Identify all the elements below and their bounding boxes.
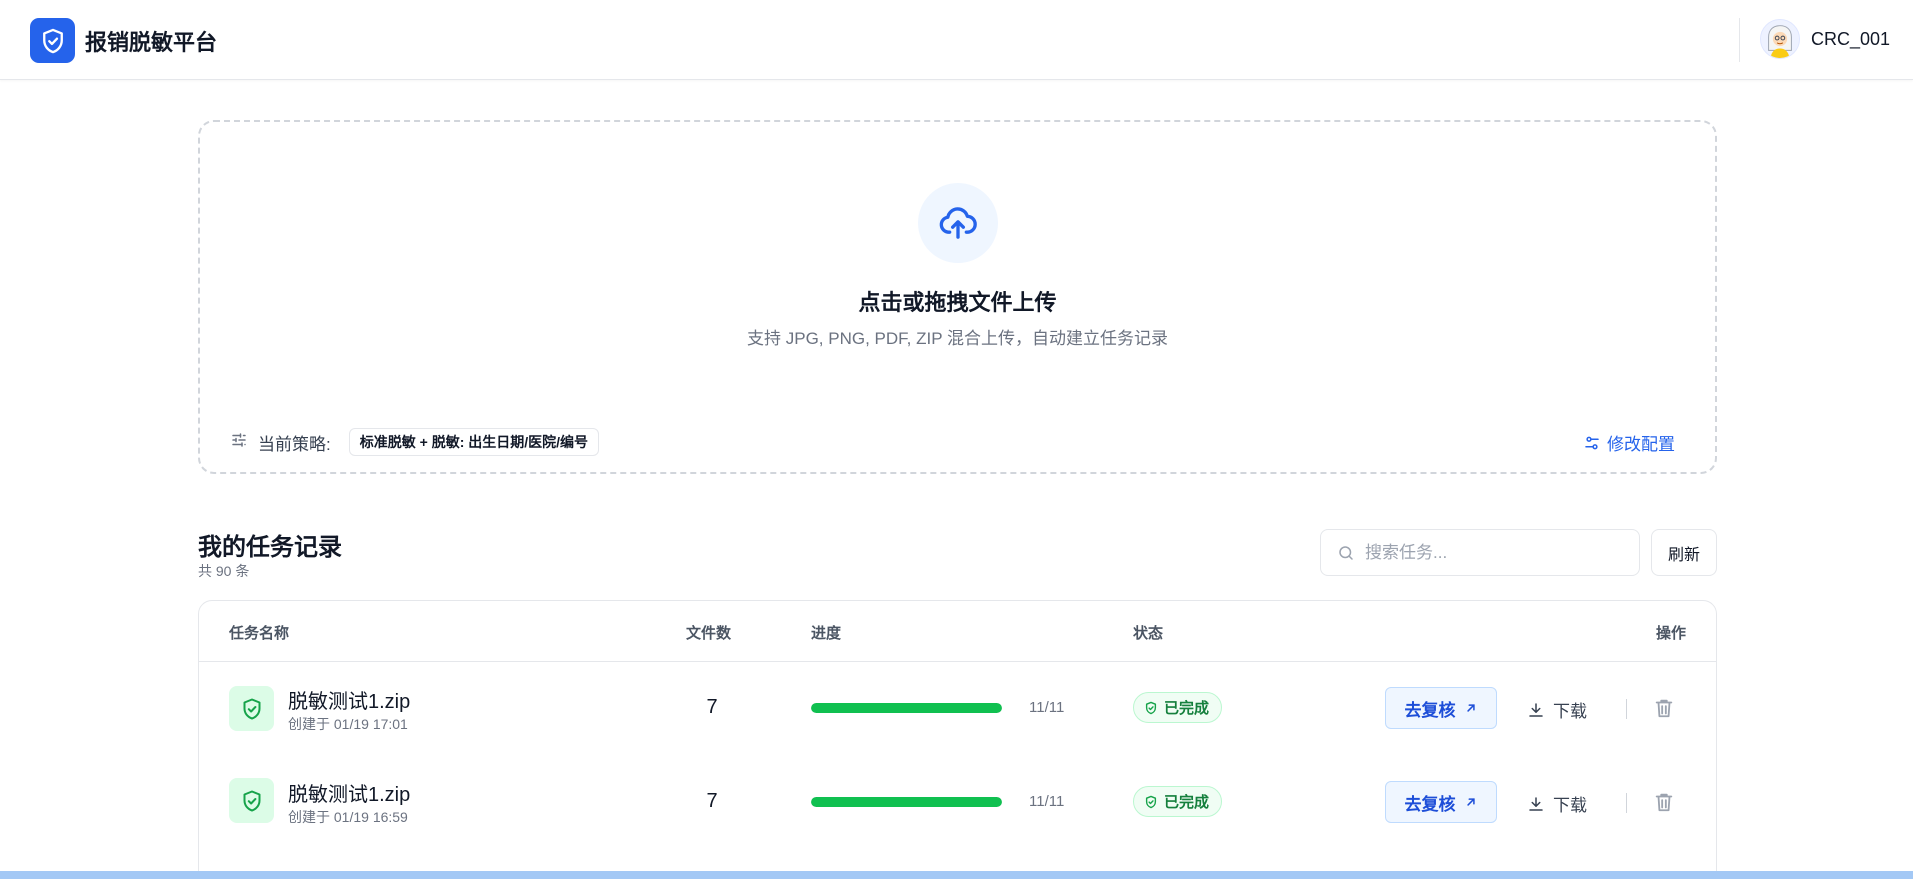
app-title: 报销脱敏平台 [85, 29, 218, 55]
file-count: 7 [706, 696, 718, 718]
download-icon [1529, 702, 1543, 717]
policy-chip: 标准脱敏 + 脱敏: 出生日期/医院/编号 [348, 428, 600, 456]
task-table: 任务名称 文件数 进度 状态 操作 脱敏测试1.zip 创建于 01/19 17… [198, 600, 1717, 879]
tasks-title: 我的任务记录 [198, 534, 342, 561]
progress-text: 11/11 [1029, 699, 1065, 716]
status-badge: 已完成 [1133, 786, 1223, 817]
shield-check-icon [229, 686, 274, 731]
progress-bar [811, 703, 1002, 713]
current-policy: 当前策略: 标准脱敏 + 脱敏: 出生日期/医院/编号 [230, 428, 600, 456]
refresh-button[interactable]: 刷新 [1651, 529, 1717, 576]
action-divider [1626, 699, 1627, 719]
cloud-upload-icon [918, 183, 998, 263]
upload-dropzone[interactable]: 点击或拖拽文件上传 支持 JPG, PNG, PDF, ZIP 混合上传，自动建… [198, 120, 1717, 474]
trash-icon[interactable] [1653, 696, 1675, 725]
status-label: 已完成 [1164, 700, 1210, 717]
download-label: 下载 [1553, 702, 1587, 721]
progress-fill [811, 797, 1002, 807]
sliders-icon [230, 431, 248, 454]
status-label: 已完成 [1164, 794, 1210, 811]
bottom-scroll-strip [0, 871, 1913, 879]
task-created: 创建于 01/19 16:59 [288, 809, 408, 825]
upload-title: 点击或拖拽文件上传 [858, 290, 1057, 315]
top-header: 报销脱敏平台 CRC_001 [0, 0, 1913, 80]
progress-bar [811, 797, 1002, 807]
download-icon [1529, 796, 1543, 811]
upload-subtitle: 支持 JPG, PNG, PDF, ZIP 混合上传，自动建立任务记录 [747, 329, 1168, 348]
progress-fill [811, 703, 1002, 713]
modify-config-button[interactable]: 修改配置 [1583, 430, 1675, 455]
action-divider [1626, 793, 1627, 813]
arrow-up-right-icon [1466, 704, 1475, 712]
shield-check-icon [1145, 795, 1157, 808]
tasks-count: 共 90 条 [198, 563, 250, 579]
arrow-up-right-icon [1466, 798, 1475, 806]
review-label: 去复核 [1404, 700, 1456, 720]
trash-icon[interactable] [1653, 790, 1675, 819]
col-progress: 进度 [811, 625, 842, 642]
search-input[interactable] [1365, 542, 1625, 563]
progress-text: 11/11 [1029, 793, 1065, 810]
settings-sliders-icon [1585, 436, 1599, 449]
table-row[interactable]: 脱敏测试1.zip 创建于 01/19 17:01 7 11/11 已完成 去复… [199, 662, 1716, 756]
shield-logo-icon [30, 18, 75, 63]
task-created: 创建于 01/19 17:01 [288, 716, 408, 732]
table-header: 任务名称 文件数 进度 状态 操作 [199, 601, 1716, 662]
status-badge: 已完成 [1133, 692, 1223, 723]
user-name: CRC_001 [1811, 28, 1891, 49]
review-button[interactable]: 去复核 [1385, 687, 1497, 729]
col-actions: 操作 [1656, 625, 1687, 642]
file-count: 7 [706, 790, 718, 812]
download-button[interactable]: 下载 [1527, 791, 1587, 816]
modify-config-label: 修改配置 [1607, 435, 1675, 454]
col-files: 文件数 [686, 625, 732, 642]
brand[interactable]: 报销脱敏平台 [30, 18, 217, 63]
review-button[interactable]: 去复核 [1385, 781, 1497, 823]
header-divider [1739, 18, 1740, 62]
review-label: 去复核 [1404, 794, 1456, 814]
task-search[interactable] [1320, 529, 1640, 576]
user-menu[interactable]: CRC_001 [1760, 19, 1890, 59]
avatar [1760, 19, 1800, 59]
task-name: 脱敏测试1.zip [288, 784, 411, 806]
download-label: 下载 [1553, 796, 1587, 815]
search-icon [1339, 545, 1353, 560]
download-button[interactable]: 下载 [1527, 697, 1587, 722]
task-name: 脱敏测试1.zip [288, 691, 411, 713]
shield-check-icon [229, 778, 274, 823]
col-status: 状态 [1133, 625, 1164, 642]
table-row[interactable]: 脱敏测试1.zip 创建于 01/19 16:59 7 11/11 已完成 去复… [199, 756, 1716, 850]
shield-check-icon [1145, 701, 1157, 714]
col-name: 任务名称 [229, 625, 290, 642]
policy-label: 当前策略: [258, 434, 331, 454]
